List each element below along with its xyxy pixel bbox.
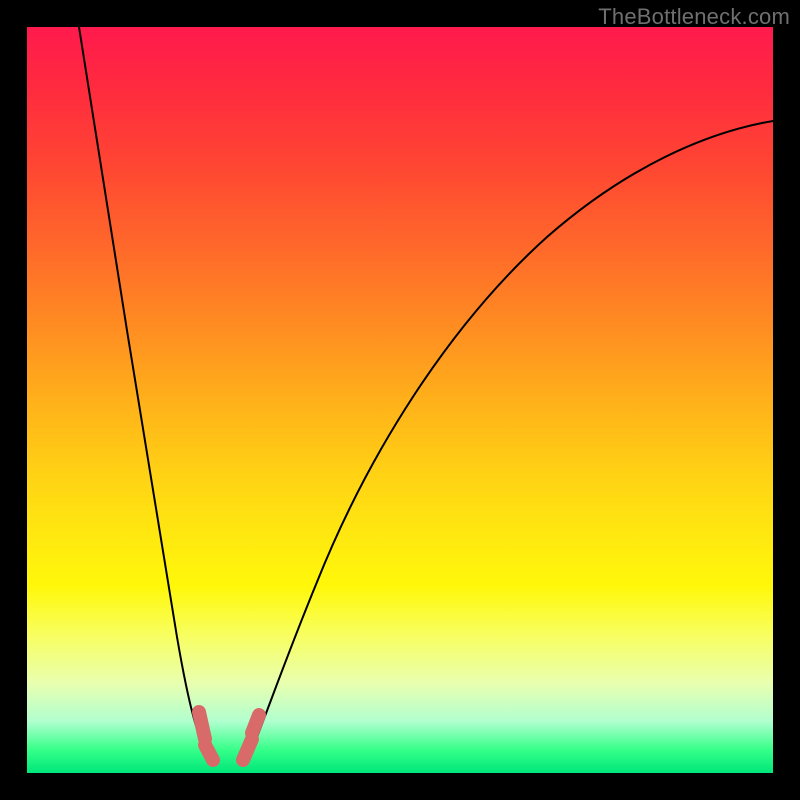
chart-frame: TheBottleneck.com: [0, 0, 800, 800]
bottleneck-curve: [27, 27, 773, 773]
curve-right: [247, 121, 773, 762]
watermark-text: TheBottleneck.com: [598, 4, 790, 30]
curve-left: [79, 27, 212, 762]
plot-area: [27, 27, 773, 773]
accent-left: [199, 712, 213, 760]
accent-right: [243, 715, 259, 760]
